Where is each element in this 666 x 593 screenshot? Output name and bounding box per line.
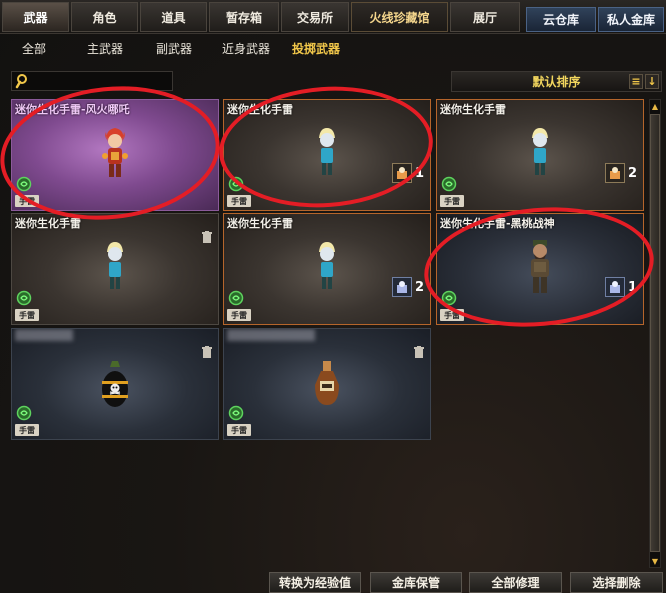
scroll-thumb[interactable] [650,114,660,552]
stack-icon [391,163,412,183]
trash-icon[interactable] [202,231,212,243]
item-title: 迷你生化手雷 [440,103,506,116]
repair-all-button[interactable]: 全部修理 [469,572,562,593]
item-type-tag: 手雷 [227,195,251,207]
vault-storage-button[interactable]: 金库保管 [370,572,462,593]
biochem-grenade-icon [228,176,244,192]
tab-cloud-warehouse[interactable]: 云仓库 [526,7,596,32]
item-title: 迷你生化手雷 [15,217,81,230]
tab-exchange[interactable]: 交易所 [281,2,349,32]
biochem-grenade-icon [228,405,244,421]
count-value: 2 [627,165,637,181]
tab-items[interactable]: 道具 [140,2,207,32]
mini-figure-icon [319,128,335,175]
item-type-tag: 手雷 [440,195,464,207]
blurred-title [15,329,73,341]
item-type-tag: 手雷 [227,309,251,321]
item-count: 1 [604,276,637,298]
spade-warrior-figure-icon [531,240,549,293]
subtab-primary[interactable]: 主武器 [87,40,123,57]
item-title: 迷你生化手雷-风火哪吒 [15,103,130,116]
select-delete-button[interactable]: 选择删除 [570,572,663,593]
biochem-grenade-icon [228,290,244,306]
item-title: 迷你生化手雷-黑桃战神 [440,217,555,230]
tab-collection-hall[interactable]: 火线珍藏馆 [351,2,448,32]
item-card[interactable]: 迷你生化手雷 1 手雷 [223,99,431,211]
item-count: 1 [391,162,424,184]
item-count: 2 [604,162,637,184]
item-card[interactable]: 迷你生化手雷 2 手雷 [223,213,431,325]
molotov-grenade-icon [315,361,339,405]
count-value: 1 [414,165,424,181]
tab-characters[interactable]: 角色 [71,2,138,32]
item-card[interactable]: 手雷 [223,328,431,440]
biochem-grenade-icon [16,290,32,306]
item-type-tag: 手雷 [15,195,39,207]
biochem-grenade-icon [441,176,457,192]
mini-figure-icon [532,128,548,175]
stack-icon [604,277,625,297]
tab-weapons[interactable]: 武器 [2,2,69,32]
search-icon [15,73,29,92]
item-card[interactable]: 迷你生化手雷-风火哪吒 手雷 [11,99,219,211]
list-icon[interactable]: ≡ [629,74,643,89]
item-card[interactable]: 迷你生化手雷-黑桃战神 1 手雷 [436,213,644,325]
search-input[interactable] [32,73,170,89]
count-value: 1 [627,279,637,295]
top-tab-bar: 武器 角色 道具 暂存箱 交易所 火线珍藏馆 展厅 云仓库 私人金库 [0,0,666,34]
skull-grenade-icon [102,361,128,407]
item-card[interactable]: 手雷 [11,328,219,440]
subtab-throwing[interactable]: 投掷武器 [292,40,340,57]
trash-icon[interactable] [414,346,424,358]
sub-tab-bar: 全部 主武器 副武器 近身武器 投掷武器 [0,34,666,60]
mini-figure-icon [319,242,335,289]
tab-showroom[interactable]: 展厅 [450,2,520,32]
blurred-title [227,329,315,341]
scrollbar[interactable]: ▲ ▼ [649,99,661,568]
stack-icon [391,277,412,297]
item-title: 迷你生化手雷 [227,103,293,116]
sort-arrow-icon[interactable]: ↓ [645,74,659,89]
item-type-tag: 手雷 [440,309,464,321]
subtab-melee[interactable]: 近身武器 [222,40,270,57]
fire-nezha-figure-icon [102,128,128,177]
item-type-tag: 手雷 [15,309,39,321]
item-type-tag: 手雷 [227,424,251,436]
tab-storage-box[interactable]: 暂存箱 [209,2,279,32]
sort-label: 默认排序 [532,75,581,89]
item-count: 2 [391,276,424,298]
scroll-down-icon[interactable]: ▼ [650,555,660,567]
biochem-grenade-icon [16,405,32,421]
convert-to-exp-button[interactable]: 转换为经验值 [269,572,361,593]
subtab-secondary[interactable]: 副武器 [156,40,192,57]
item-type-tag: 手雷 [15,424,39,436]
item-card[interactable]: 迷你生化手雷 手雷 [11,213,219,325]
stack-icon [604,163,625,183]
scroll-up-icon[interactable]: ▲ [650,100,660,112]
count-value: 2 [414,279,424,295]
biochem-grenade-icon [16,176,32,192]
biochem-grenade-icon [441,290,457,306]
mini-figure-icon [107,242,123,289]
item-title: 迷你生化手雷 [227,217,293,230]
item-card[interactable]: 迷你生化手雷 2 手雷 [436,99,644,211]
subtab-all[interactable]: 全部 [22,40,46,57]
search-box[interactable] [11,71,173,91]
tab-private-vault[interactable]: 私人金库 [598,7,664,32]
trash-icon[interactable] [202,346,212,358]
sort-dropdown[interactable]: 默认排序 ≡ ↓ [451,71,662,92]
